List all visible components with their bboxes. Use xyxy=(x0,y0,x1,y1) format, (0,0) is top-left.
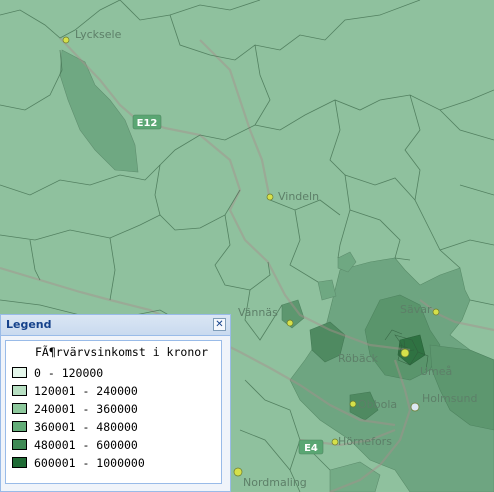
e12-label: E12 xyxy=(137,118,158,129)
e4-road-shield: E4 xyxy=(298,439,324,455)
close-icon[interactable]: ✕ xyxy=(213,318,226,331)
legend-swatch xyxy=(12,457,27,468)
place-label-vindeln: Vindeln xyxy=(278,190,319,203)
place-label-umea: Umeå xyxy=(420,365,452,378)
place-label-vannas: Vännäs xyxy=(238,306,278,319)
place-label-holmsund: Holmsund xyxy=(422,392,477,405)
legend-range-label: 0 - 120000 xyxy=(34,366,104,380)
e12-road-shield: E12 xyxy=(132,114,162,130)
legend-swatch xyxy=(12,367,27,378)
place-label-nordmaling: Nordmaling xyxy=(243,476,307,489)
legend-panel: Legend ✕ FÃ¶rvärvsinkomst i kronor 0 - 1… xyxy=(0,314,231,492)
legend-header[interactable]: Legend ✕ xyxy=(1,315,230,336)
place-label-lycksele: Lycksele xyxy=(75,28,122,41)
place-label-hornefors: Hörnefors xyxy=(338,435,392,448)
e4-label: E4 xyxy=(304,443,318,454)
legend-range-label: 480001 - 600000 xyxy=(34,438,138,452)
legend-range-label: 240001 - 360000 xyxy=(34,402,138,416)
legend-range-label: 600001 - 1000000 xyxy=(34,456,145,470)
legend-range-label: 120001 - 240000 xyxy=(34,384,138,398)
legend-title: Legend xyxy=(6,318,52,331)
legend-body: FÃ¶rvärvsinkomst i kronor 0 - 120000 120… xyxy=(5,340,222,484)
legend-range-label: 360001 - 480000 xyxy=(34,420,138,434)
place-label-obbola: Obbola xyxy=(358,398,397,411)
place-label-roback: Röbäck xyxy=(338,352,379,365)
legend-swatch xyxy=(12,439,27,450)
legend-swatch xyxy=(12,421,27,432)
legend-heading: FÃ¶rvärvsinkomst i kronor xyxy=(35,345,209,359)
legend-swatch xyxy=(12,403,27,414)
place-label-savar: Sävar xyxy=(400,303,432,316)
legend-swatch xyxy=(12,385,27,396)
